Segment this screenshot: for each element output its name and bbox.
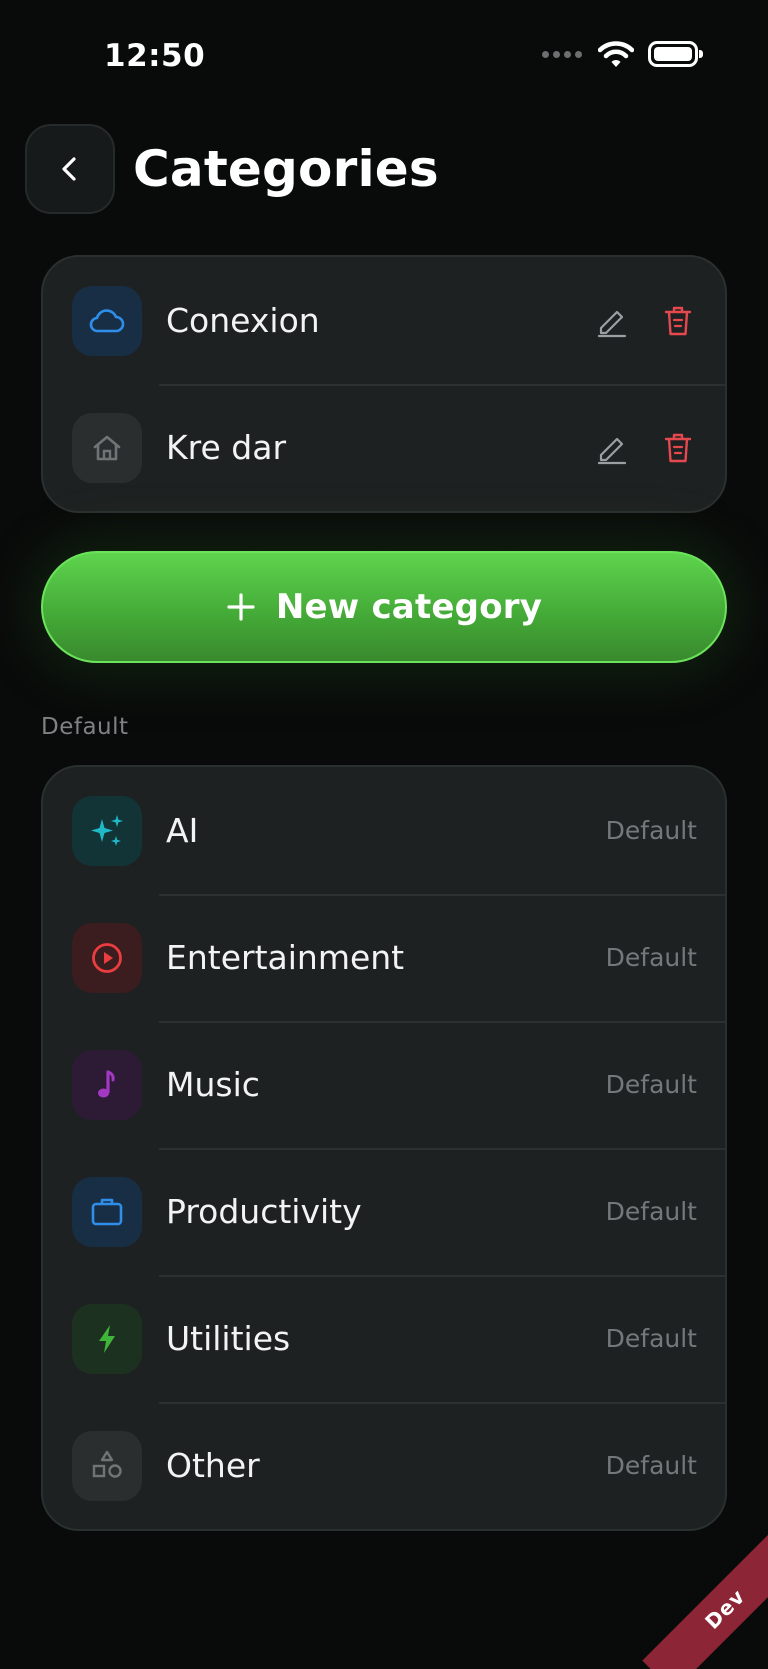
category-row-ai[interactable]: AI Default: [43, 767, 725, 894]
category-label: Utilities: [166, 1319, 291, 1358]
category-tile: [72, 922, 142, 993]
category-label: Entertainment: [166, 938, 405, 977]
battery-icon: [648, 41, 703, 67]
custom-categories-card: Conexion Kre dar: [41, 255, 727, 513]
category-row-utilities[interactable]: Utilities Default: [43, 1275, 725, 1402]
default-badge: Default: [605, 816, 697, 845]
pencil-icon: [597, 437, 627, 464]
default-badge: Default: [605, 1197, 697, 1226]
category-label: Other: [166, 1446, 260, 1485]
trash-icon: [664, 306, 692, 335]
cloud-icon: [89, 308, 125, 332]
category-tile: [72, 1049, 142, 1120]
status-time: 12:50: [104, 38, 206, 74]
cellular-signal-icon: [542, 50, 582, 58]
status-bar: 12:50: [0, 0, 768, 110]
briefcase-icon: [91, 1198, 123, 1225]
default-badge: Default: [605, 1070, 697, 1099]
music-note-icon: [98, 1069, 115, 1097]
new-category-label: New category: [275, 587, 543, 627]
edit-button[interactable]: [593, 429, 631, 467]
play-circle-icon: [92, 942, 122, 973]
new-category-button[interactable]: New category: [41, 551, 727, 663]
shapes-icon: [92, 1450, 122, 1478]
category-row-music[interactable]: Music Default: [43, 1021, 725, 1148]
status-icons: [542, 40, 703, 68]
category-label: AI: [166, 811, 199, 850]
chevron-left-icon: [62, 157, 76, 181]
category-label: Productivity: [166, 1192, 362, 1231]
home-icon: [93, 435, 121, 460]
dev-banner: Dev: [642, 1526, 768, 1669]
default-categories-card: AI Default Entertainment Default Music D…: [41, 765, 727, 1531]
default-badge: Default: [605, 1324, 697, 1353]
category-row-productivity[interactable]: Productivity Default: [43, 1148, 725, 1275]
lightning-icon: [99, 1324, 115, 1353]
category-row-kre-dar[interactable]: Kre dar: [43, 384, 725, 511]
category-label: Kre dar: [166, 428, 287, 467]
row-actions: [593, 429, 697, 467]
header: Categories: [25, 124, 439, 214]
back-button[interactable]: [25, 124, 115, 214]
delete-button[interactable]: [659, 302, 697, 340]
category-label: Conexion: [166, 301, 320, 340]
category-row-other[interactable]: Other Default: [43, 1402, 725, 1529]
delete-button[interactable]: [659, 429, 697, 467]
plus-icon: [227, 593, 255, 621]
default-section-title: Default: [41, 714, 129, 740]
category-tile: [72, 1176, 142, 1247]
category-tile: [72, 1303, 142, 1374]
category-label: Music: [166, 1065, 260, 1104]
category-tile: [72, 285, 142, 356]
row-actions: [593, 302, 697, 340]
category-row-conexion[interactable]: Conexion: [43, 257, 725, 384]
default-badge: Default: [605, 1451, 697, 1480]
wifi-icon: [598, 41, 634, 67]
trash-icon: [664, 433, 692, 462]
page-title: Categories: [133, 140, 439, 198]
category-tile: [72, 795, 142, 866]
sparkles-icon: [91, 814, 123, 846]
dev-banner-label: Dev: [700, 1584, 750, 1634]
category-row-entertainment[interactable]: Entertainment Default: [43, 894, 725, 1021]
edit-button[interactable]: [593, 302, 631, 340]
category-tile: [72, 412, 142, 483]
default-badge: Default: [605, 943, 697, 972]
category-tile: [72, 1430, 142, 1501]
pencil-icon: [597, 310, 627, 337]
